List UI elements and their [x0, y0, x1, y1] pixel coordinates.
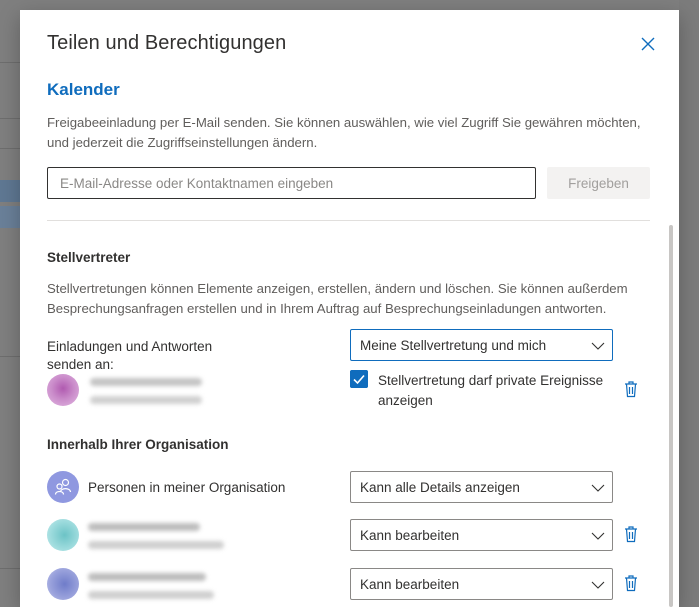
- send-to-value: Meine Stellvertretung und mich: [360, 337, 547, 353]
- calendar-heading: Kalender: [47, 80, 120, 99]
- email-input[interactable]: [47, 167, 536, 199]
- private-events-checkbox[interactable]: [350, 370, 368, 388]
- member-email-redacted: [88, 591, 214, 599]
- share-permissions-dialog: Teilen und Berechtigungen Kalender Freig…: [20, 10, 679, 607]
- member-name-redacted: [88, 523, 200, 531]
- backdrop-selected-item: [0, 180, 20, 202]
- intro-text: Freigabeeinladung per E-Mail senden. Sie…: [47, 115, 641, 150]
- organization-heading: Innerhalb Ihrer Organisation: [47, 437, 229, 452]
- delegate-name-redacted: [90, 378, 202, 386]
- delegate-email-redacted: [90, 396, 202, 404]
- trash-icon[interactable]: [623, 525, 639, 543]
- chevron-down-icon: [591, 342, 605, 350]
- send-to-dropdown[interactable]: Meine Stellvertretung und mich: [350, 329, 613, 361]
- trash-icon[interactable]: [623, 380, 639, 398]
- trash-icon[interactable]: [623, 574, 639, 592]
- delegate-description: Stellvertretungen können Elemente anzeig…: [47, 281, 628, 316]
- close-icon[interactable]: [638, 34, 658, 54]
- private-events-label: Stellvertretung darf private Ereignisse …: [378, 373, 604, 408]
- scrollbar[interactable]: [669, 225, 673, 607]
- member-email-redacted: [88, 541, 224, 549]
- organization-permission-dropdown[interactable]: Kann alle Details anzeigen: [350, 471, 613, 503]
- organization-avatar: [47, 471, 79, 503]
- organization-permission-value: Kann alle Details anzeigen: [360, 479, 520, 495]
- member-name-redacted: [88, 573, 206, 581]
- delegate-heading: Stellvertreter: [47, 250, 131, 265]
- dialog-title: Teilen und Berechtigungen: [47, 32, 287, 54]
- member-avatar: [47, 568, 79, 600]
- section-divider: [47, 220, 650, 221]
- member-avatar: [47, 519, 79, 551]
- chevron-down-icon: [591, 581, 605, 589]
- organization-people-label: Personen in meiner Organisation: [88, 480, 286, 495]
- member-permission-dropdown[interactable]: Kann bearbeiten: [350, 519, 613, 551]
- share-button[interactable]: Freigeben: [547, 167, 650, 199]
- people-icon: [54, 478, 72, 495]
- chevron-down-icon: [591, 484, 605, 492]
- backdrop-right-pane: [679, 0, 699, 607]
- member-permission-dropdown[interactable]: Kann bearbeiten: [350, 568, 613, 600]
- chevron-down-icon: [591, 532, 605, 540]
- backdrop-selected-item: [0, 206, 20, 228]
- send-to-label: Einladungen und Antworten senden an:: [47, 339, 213, 372]
- member-permission-value: Kann bearbeiten: [360, 527, 460, 543]
- delegate-avatar: [47, 374, 79, 406]
- member-permission-value: Kann bearbeiten: [360, 576, 460, 592]
